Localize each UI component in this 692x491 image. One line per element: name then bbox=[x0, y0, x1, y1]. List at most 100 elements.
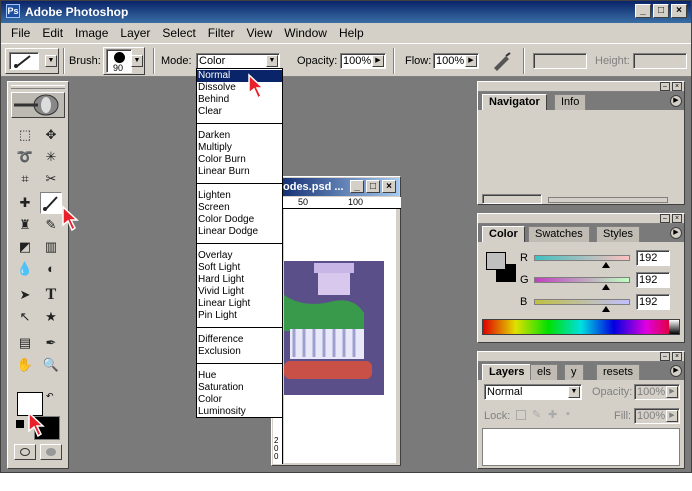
zoom-tool-icon[interactable]: 🔍 bbox=[40, 354, 62, 376]
blur-tool-icon[interactable]: 💧 bbox=[14, 258, 36, 280]
chevron-right-icon[interactable]: ▶ bbox=[372, 55, 384, 67]
blend-mode-lighten[interactable]: Lighten bbox=[197, 190, 282, 202]
direct-selection-tool-icon[interactable]: ↖ bbox=[14, 306, 36, 328]
brush-tool-button[interactable] bbox=[40, 192, 62, 214]
crop-tool-icon[interactable]: ⌗ bbox=[14, 168, 36, 190]
blend-mode-linear-dodge[interactable]: Linear Dodge bbox=[197, 226, 282, 238]
menu-image[interactable]: Image bbox=[69, 26, 114, 40]
doc-maximize-button[interactable]: □ bbox=[366, 180, 380, 193]
blend-mode-multiply[interactable]: Multiply bbox=[197, 142, 282, 154]
layers-list[interactable] bbox=[482, 428, 680, 466]
menu-edit[interactable]: Edit bbox=[36, 26, 69, 40]
blend-mode-hard-light[interactable]: Hard Light bbox=[197, 274, 282, 286]
healing-brush-tool-icon[interactable]: ✚ bbox=[14, 192, 36, 214]
panel-minimize-button[interactable]: – bbox=[660, 352, 670, 361]
lock-move-icon[interactable]: ✚ bbox=[548, 408, 557, 421]
lock-all-icon[interactable]: ▪ bbox=[566, 408, 570, 420]
adobe-online-icon[interactable] bbox=[11, 92, 65, 118]
close-button[interactable]: × bbox=[671, 4, 687, 18]
tab-history[interactable]: y bbox=[564, 364, 584, 380]
channel-slider[interactable] bbox=[534, 277, 630, 283]
doc-minimize-button[interactable]: _ bbox=[350, 180, 364, 193]
move-tool-icon[interactable]: ✥ bbox=[40, 124, 62, 146]
panel-menu-icon[interactable]: ▶ bbox=[670, 365, 682, 377]
panel-menu-icon[interactable]: ▶ bbox=[670, 227, 682, 239]
tab-color[interactable]: Color bbox=[482, 226, 525, 242]
doc-close-button[interactable]: × bbox=[382, 180, 396, 193]
channel-value-field[interactable]: 192 bbox=[636, 294, 670, 310]
height-field[interactable] bbox=[633, 53, 687, 69]
dodge-tool-icon[interactable]: ◐ bbox=[40, 258, 62, 280]
tab-presets[interactable]: resets bbox=[596, 364, 640, 380]
blend-mode-screen[interactable]: Screen bbox=[197, 202, 282, 214]
magic-wand-tool-icon[interactable]: ✳ bbox=[40, 146, 62, 168]
blend-mode-darken[interactable]: Darken bbox=[197, 130, 282, 142]
tool-preset-picker[interactable]: ▼ bbox=[5, 48, 59, 74]
blend-mode-difference[interactable]: Difference bbox=[197, 334, 282, 346]
blend-mode-behind[interactable]: Behind bbox=[197, 94, 282, 106]
channel-value-field[interactable]: 192 bbox=[636, 272, 670, 288]
menu-file[interactable]: File bbox=[5, 26, 36, 40]
channel-slider[interactable] bbox=[534, 299, 630, 305]
blend-mode-dissolve[interactable]: Dissolve bbox=[197, 82, 282, 94]
blend-mode-normal[interactable]: Normal bbox=[197, 70, 282, 82]
minimize-button[interactable]: _ bbox=[635, 4, 651, 18]
blend-mode-linear-burn[interactable]: Linear Burn bbox=[197, 166, 282, 178]
blend-mode-soft-light[interactable]: Soft Light bbox=[197, 262, 282, 274]
tab-channels[interactable]: els bbox=[530, 364, 559, 380]
channel-slider[interactable] bbox=[534, 255, 630, 261]
blend-mode-color-dodge[interactable]: Color Dodge bbox=[197, 214, 282, 226]
standard-mode-icon[interactable] bbox=[14, 444, 36, 460]
canvas[interactable] bbox=[284, 209, 396, 463]
tab-layers[interactable]: Layers bbox=[482, 364, 532, 380]
chevron-right-icon[interactable]: ▶ bbox=[666, 386, 678, 398]
navigator-zoom-field[interactable] bbox=[482, 194, 542, 204]
color-spectrum-bar[interactable] bbox=[482, 319, 680, 335]
blend-mode-exclusion[interactable]: Exclusion bbox=[197, 346, 282, 358]
mode-select[interactable]: Color ▼ bbox=[196, 53, 280, 69]
blend-mode-color[interactable]: Color bbox=[197, 394, 282, 406]
swap-colors-icon[interactable]: ↶ bbox=[46, 391, 54, 402]
blend-mode-luminosity[interactable]: Luminosity bbox=[197, 406, 282, 418]
chevron-right-icon[interactable]: ▶ bbox=[666, 410, 678, 422]
foreground-color-swatch[interactable] bbox=[486, 252, 506, 270]
marquee-tool-icon[interactable]: ⬚ bbox=[14, 124, 36, 146]
slider-thumb-icon[interactable] bbox=[602, 306, 610, 312]
quick-mask-mode-icon[interactable] bbox=[40, 444, 62, 460]
blend-mode-saturation[interactable]: Saturation bbox=[197, 382, 282, 394]
slider-thumb-icon[interactable] bbox=[602, 284, 610, 290]
chevron-down-icon[interactable]: ▼ bbox=[131, 55, 143, 67]
notes-tool-icon[interactable]: ▤ bbox=[14, 332, 36, 354]
menu-filter[interactable]: Filter bbox=[202, 26, 241, 40]
gradient-tool-icon[interactable]: ▥ bbox=[40, 236, 62, 258]
channel-value-field[interactable]: 192 bbox=[636, 250, 670, 266]
blend-mode-overlay[interactable]: Overlay bbox=[197, 250, 282, 262]
panel-menu-icon[interactable]: ▶ bbox=[670, 95, 682, 107]
chevron-down-icon[interactable]: ▼ bbox=[266, 55, 278, 67]
blend-mode-vivid-light[interactable]: Vivid Light bbox=[197, 286, 282, 298]
blend-mode-clear[interactable]: Clear bbox=[197, 106, 282, 118]
menu-view[interactable]: View bbox=[240, 26, 278, 40]
lock-paint-icon[interactable]: ✎ bbox=[532, 408, 541, 421]
blend-mode-color-burn[interactable]: Color Burn bbox=[197, 154, 282, 166]
flow-field[interactable]: 100% ▶ bbox=[433, 53, 479, 69]
tab-navigator[interactable]: Navigator bbox=[482, 94, 547, 110]
blend-mode-pin-light[interactable]: Pin Light bbox=[197, 310, 282, 322]
layer-blend-select[interactable]: Normal ▼ bbox=[484, 384, 582, 400]
slider-thumb-icon[interactable] bbox=[602, 262, 610, 268]
chevron-down-icon[interactable]: ▼ bbox=[568, 386, 580, 398]
panel-close-button[interactable]: × bbox=[672, 82, 682, 91]
menu-layer[interactable]: Layer bbox=[114, 26, 156, 40]
path-selection-tool-icon[interactable]: ➤ bbox=[14, 284, 36, 306]
menu-help[interactable]: Help bbox=[333, 26, 370, 40]
width-field[interactable] bbox=[533, 53, 587, 69]
opacity-field[interactable]: 100% ▶ bbox=[340, 53, 386, 69]
blend-mode-linear-light[interactable]: Linear Light bbox=[197, 298, 282, 310]
tab-swatches[interactable]: Swatches bbox=[528, 226, 590, 242]
hand-tool-icon[interactable]: ✋ bbox=[14, 354, 36, 376]
eraser-tool-icon[interactable]: ◩ bbox=[14, 236, 36, 258]
history-brush-tool-icon[interactable]: ✎ bbox=[40, 214, 62, 236]
fill-field[interactable]: 100% ▶ bbox=[634, 408, 680, 424]
airbrush-icon[interactable] bbox=[491, 51, 513, 71]
tab-info[interactable]: Info bbox=[554, 94, 587, 110]
